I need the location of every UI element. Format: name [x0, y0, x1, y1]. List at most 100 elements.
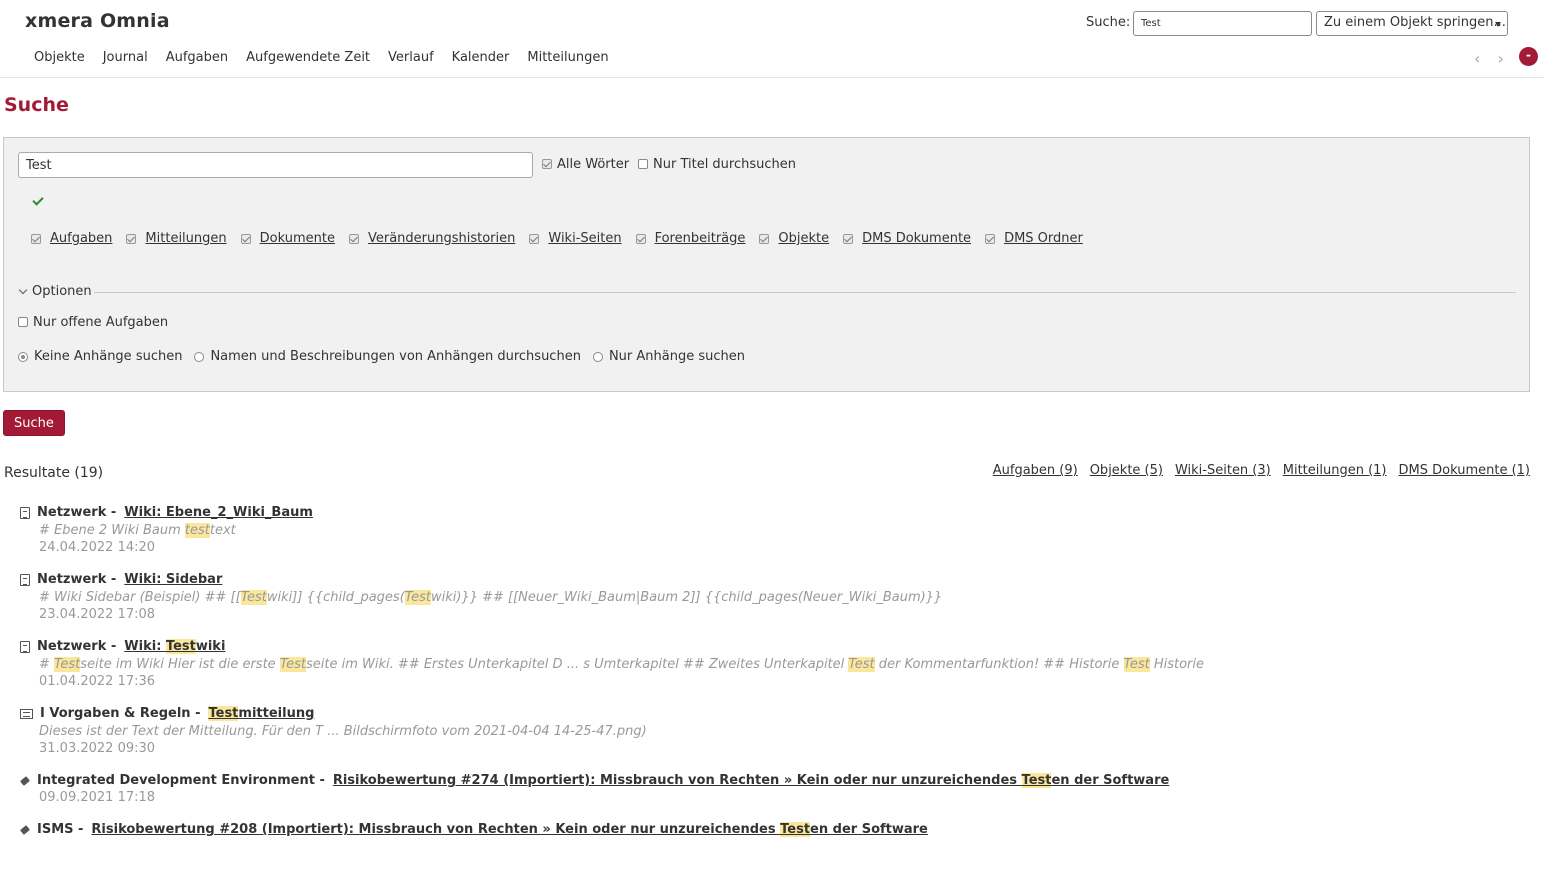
result-title-link[interactable]: Wiki: Sidebar [124, 572, 222, 587]
scope-option[interactable]: Veränderungshistorien [348, 231, 515, 246]
result-title-link[interactable]: Testmitteilung [208, 706, 314, 721]
radio-button[interactable] [592, 351, 603, 362]
result-filter-link[interactable]: Mitteilungen (1) [1283, 463, 1387, 478]
highlight: Test [240, 590, 267, 605]
open-issues-option[interactable]: Nur offene Aufgaben [18, 315, 168, 330]
scope-checkbox[interactable] [240, 233, 251, 244]
open-issues-checkbox[interactable] [18, 317, 28, 327]
scope-option[interactable]: DMS Dokumente [843, 231, 971, 246]
scope-link[interactable]: Mitteilungen [145, 231, 226, 246]
result-project[interactable]: Integrated Development Environment - [37, 773, 325, 788]
scope-option[interactable]: Dokumente [240, 231, 335, 246]
scope-checkbox[interactable] [635, 233, 646, 244]
highlight: Test [780, 822, 811, 837]
scope-option[interactable]: Wiki-Seiten [529, 231, 622, 246]
result-item: ISMS - Risikobewertung #208 (Importiert):… [20, 822, 1520, 837]
title-text: Risikobewertung #274 (Importiert): Missb… [332, 773, 1022, 788]
desc-text: seite im Wiki. ## Erstes Unterkapitel D … [306, 657, 849, 672]
scope-link[interactable]: DMS Ordner [1004, 231, 1083, 246]
title-text: en der Software [810, 822, 928, 837]
quick-search-input[interactable] [1133, 11, 1312, 36]
search-submit-button[interactable]: Suche [3, 410, 65, 436]
nav-arrows-icon[interactable]: ‹ › [1474, 49, 1510, 68]
open-issues-label: Nur offene Aufgaben [33, 315, 169, 330]
menu-item[interactable]: Kalender [443, 50, 519, 65]
scope-checkbox[interactable] [31, 233, 41, 244]
jump-select-label: Zu einem Objekt springen... [1324, 15, 1506, 30]
search-scopes: Aufgaben Mitteilungen Dokumente Veränderung… [31, 231, 1097, 246]
scope-checkbox[interactable] [529, 233, 540, 244]
wiki-page-icon [20, 506, 30, 519]
attachments-radio-label: Namen und Beschreibungen von Anhängen du… [210, 349, 581, 364]
result-title-link[interactable]: Wiki: Testwiki [124, 639, 225, 654]
menu-item[interactable]: Mitteilungen [518, 50, 617, 65]
result-date: 24.04.2022 14:20 [39, 540, 156, 555]
scope-option[interactable]: Mitteilungen [126, 231, 227, 246]
all-words-option[interactable]: Alle Wörter [542, 157, 629, 172]
result-project[interactable]: Netzwerk - [37, 505, 116, 520]
scope-link[interactable]: Veränderungshistorien [368, 231, 515, 246]
result-filter-link[interactable]: Aufgaben (9) [993, 463, 1078, 478]
scope-option[interactable]: Forenbeiträge [635, 231, 746, 246]
scope-link[interactable]: Objekte [778, 231, 829, 246]
radio-button[interactable] [194, 351, 205, 362]
menu-item[interactable]: Journal [94, 50, 157, 65]
result-header: Netzwerk - Wiki: Ebene_2_Wiki_Baum [20, 505, 1520, 520]
result-project[interactable]: Netzwerk - [37, 572, 116, 587]
result-project[interactable]: I Vorgaben & Regeln - [40, 706, 200, 721]
scope-checkbox[interactable] [348, 233, 359, 244]
result-header: I Vorgaben & Regeln - Testmitteilung [20, 706, 1520, 721]
scope-link[interactable]: Dokumente [260, 231, 335, 246]
result-title-link[interactable]: Risikobewertung #208 (Importiert): Missb… [91, 822, 928, 837]
result-title-link[interactable]: Risikobewertung #274 (Importiert): Missb… [333, 773, 1169, 788]
scope-link[interactable]: DMS Dokumente [862, 231, 971, 246]
scope-option[interactable]: DMS Ordner [985, 231, 1083, 246]
result-date: 01.04.2022 17:36 [39, 674, 156, 689]
scope-link[interactable]: Forenbeiträge [655, 231, 746, 246]
desc-text: text [209, 523, 236, 538]
all-words-checkbox[interactable] [542, 159, 552, 169]
result-filter-link[interactable]: DMS Dokumente (1) [1399, 463, 1531, 478]
result-header: Netzwerk - Wiki: Testwiki [20, 639, 1520, 654]
options-toggle[interactable]: Optionen [18, 284, 92, 299]
result-item: Netzwerk - Wiki: Testwiki # Testseite im W… [20, 639, 1520, 689]
attachments-radio-option[interactable]: Namen und Beschreibungen von Anhängen du… [194, 349, 581, 364]
titles-only-option[interactable]: Nur Titel durchsuchen [638, 157, 796, 172]
scope-option[interactable]: Objekte [759, 231, 829, 246]
title-text: mitteilung [238, 706, 315, 721]
wiki-page-icon [20, 640, 30, 653]
page-title: Suche [4, 94, 69, 116]
menu-item[interactable]: Aufgaben [157, 50, 237, 65]
result-item: I Vorgaben & Regeln - Testmitteilung Diese… [20, 706, 1520, 756]
result-filter-link[interactable]: Objekte (5) [1090, 463, 1163, 478]
result-project[interactable]: ISMS - [37, 822, 83, 837]
jump-to-object-select[interactable]: Zu einem Objekt springen... [1316, 11, 1508, 36]
attachments-radio-option[interactable]: Keine Anhänge suchen [18, 349, 182, 364]
scope-checkbox[interactable] [759, 233, 770, 244]
menu-item[interactable]: Verlauf [379, 50, 443, 65]
menu-item[interactable]: Objekte [25, 50, 94, 65]
app-title[interactable]: xmera Omnia [25, 10, 170, 32]
scope-checkbox[interactable] [843, 233, 854, 244]
toggle-all-checkmark-icon[interactable] [32, 195, 44, 207]
title-text: Wiki: [124, 639, 166, 654]
scope-link[interactable]: Aufgaben [50, 231, 112, 246]
avatar[interactable]: - [1519, 47, 1538, 66]
highlight: Test [54, 657, 81, 672]
menu-item[interactable]: Aufgewendete Zeit [237, 50, 379, 65]
search-input[interactable] [18, 152, 533, 178]
scope-checkbox[interactable] [126, 233, 137, 244]
title-text: Wiki: Sidebar [124, 572, 223, 587]
issue-icon [20, 776, 30, 786]
result-date: 31.03.2022 09:30 [39, 741, 156, 756]
scope-option[interactable]: Aufgaben [31, 231, 112, 246]
attachments-radio-option[interactable]: Nur Anhänge suchen [592, 349, 745, 364]
result-filter-link[interactable]: Wiki-Seiten (3) [1175, 463, 1271, 478]
scope-checkbox[interactable] [985, 233, 996, 244]
scope-link[interactable]: Wiki-Seiten [548, 231, 621, 246]
desc-text: wiki)}} ## [[Neuer_Wiki_Baum|Baum 2]] {{… [430, 590, 943, 605]
result-project[interactable]: Netzwerk - [37, 639, 116, 654]
result-title-link[interactable]: Wiki: Ebene_2_Wiki_Baum [124, 505, 313, 520]
titles-only-checkbox[interactable] [638, 159, 648, 169]
radio-button[interactable] [18, 351, 28, 362]
